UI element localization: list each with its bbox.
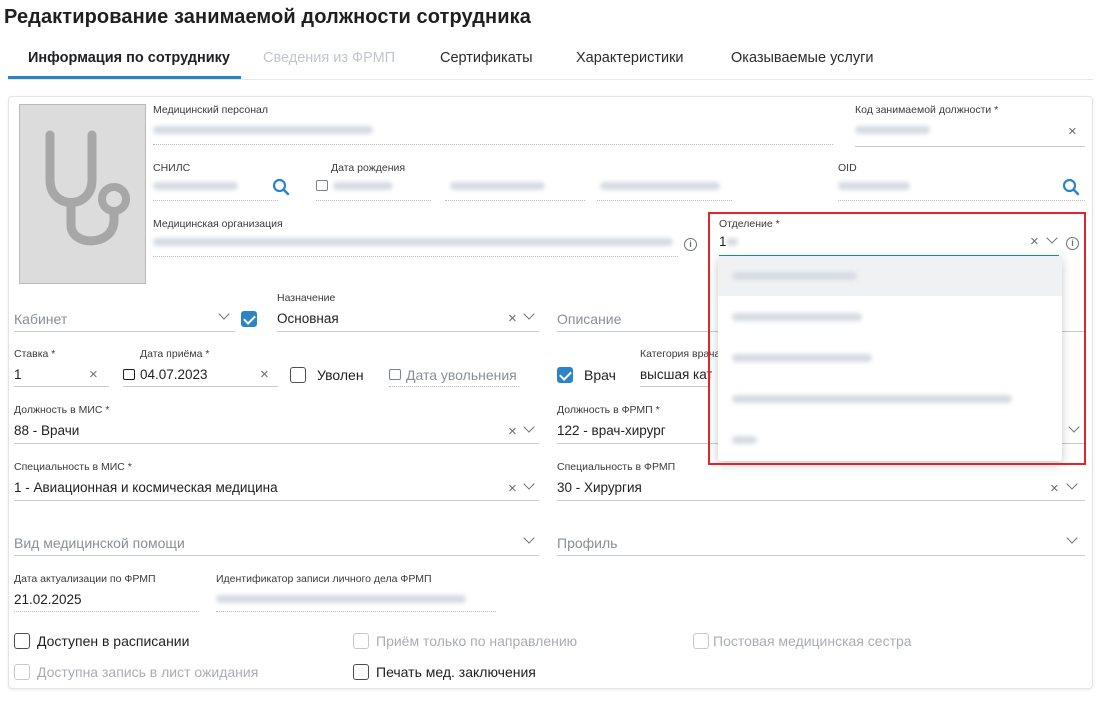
frmp-record-id-underline bbox=[216, 611, 496, 612]
dismissed-label: Уволен bbox=[317, 367, 364, 383]
tab-services[interactable]: Оказываемые услуги bbox=[731, 50, 874, 66]
extra-field-1-underline bbox=[445, 200, 585, 201]
schedule-available-label: Доступен в расписании bbox=[37, 633, 190, 649]
extra-field-1-redacted bbox=[450, 182, 545, 190]
hire-date-clear-icon[interactable]: × bbox=[260, 367, 269, 382]
extra-field-2-underline bbox=[597, 200, 732, 201]
snils-label: СНИЛС bbox=[153, 162, 191, 174]
snils-value-redacted bbox=[153, 182, 238, 190]
ward-nurse-label: Постовая медицинская сестра bbox=[713, 633, 912, 649]
frmp-specialty-underline bbox=[557, 500, 1085, 501]
dismissal-date-underline bbox=[389, 386, 519, 387]
referral-only-label: Приём только по направлению bbox=[376, 633, 578, 649]
oid-label: OID bbox=[838, 162, 857, 174]
med-staff-underline bbox=[153, 144, 833, 145]
mis-specialty-select[interactable]: 1 - Авиационная и космическая медицина bbox=[14, 480, 278, 495]
frmp-update-date-label: Дата актуализации по ФРМП bbox=[14, 573, 156, 585]
hire-date-underline bbox=[123, 386, 278, 387]
referral-only-checkbox bbox=[353, 633, 369, 649]
tab-frmp-info: Сведения из ФРМП bbox=[263, 50, 396, 66]
birth-date-underline bbox=[316, 200, 431, 201]
purpose-select[interactable]: Основная bbox=[277, 311, 339, 326]
oid-underline bbox=[838, 200, 1085, 201]
waitlist-available-checkbox bbox=[14, 664, 30, 680]
mis-specialty-clear-icon[interactable]: × bbox=[508, 481, 517, 496]
waitlist-available-label: Доступна запись в лист ожидания bbox=[37, 664, 259, 680]
hire-date-calendar-icon[interactable] bbox=[123, 369, 135, 380]
mis-position-clear-icon[interactable]: × bbox=[508, 424, 517, 439]
med-staff-value-redacted bbox=[153, 126, 373, 134]
birth-date-value-redacted bbox=[333, 182, 393, 190]
snils-underline bbox=[153, 200, 278, 201]
frmp-record-id-label: Идентификатор записи личного дела ФРМП bbox=[216, 573, 432, 585]
purpose-underline bbox=[277, 331, 539, 332]
frmp-update-date-value: 21.02.2025 bbox=[14, 592, 82, 607]
dismissed-checkbox[interactable] bbox=[290, 367, 306, 383]
print-conclusions-checkbox[interactable] bbox=[353, 664, 369, 680]
dismissal-date-calendar-icon bbox=[389, 369, 401, 380]
mis-specialty-label: Специальность в МИС * bbox=[14, 461, 132, 473]
position-code-clear-icon[interactable]: × bbox=[1068, 124, 1077, 139]
page-title: Редактирование занимаемой должности сотр… bbox=[4, 6, 531, 28]
tab-certificates[interactable]: Сертификаты bbox=[440, 50, 533, 66]
birth-date-calendar-icon[interactable] bbox=[316, 180, 328, 191]
frmp-position-label: Должность в ФРМП * bbox=[557, 404, 660, 416]
tab-characteristics[interactable]: Характеристики bbox=[576, 50, 684, 66]
cabinet-checkbox[interactable] bbox=[241, 311, 257, 327]
employee-photo bbox=[19, 104, 146, 284]
frmp-record-id-value-redacted bbox=[216, 595, 466, 603]
frmp-specialty-label: Специальность в ФРМП bbox=[557, 461, 676, 473]
frmp-specialty-select[interactable]: 30 - Хирургия bbox=[557, 480, 642, 495]
profile-select[interactable]: Профиль bbox=[557, 535, 617, 551]
purpose-label: Назначение bbox=[277, 292, 336, 304]
position-code-underline bbox=[855, 146, 1085, 147]
oid-value-redacted bbox=[838, 182, 910, 190]
frmp-position-select[interactable]: 122 - врач-хирург bbox=[557, 423, 666, 438]
doctor-category-select[interactable]: высшая катег bbox=[640, 367, 712, 382]
frmp-specialty-clear-icon[interactable]: × bbox=[1050, 481, 1059, 496]
schedule-available-checkbox[interactable] bbox=[14, 633, 30, 649]
doctor-label: Врач bbox=[584, 367, 616, 383]
doctor-checkbox[interactable] bbox=[557, 367, 573, 383]
active-tab-indicator bbox=[8, 76, 241, 79]
cabinet-underline bbox=[14, 331, 235, 332]
doctor-category-underline bbox=[640, 386, 710, 387]
med-org-underline bbox=[153, 256, 678, 257]
purpose-clear-icon[interactable]: × bbox=[508, 311, 517, 326]
stethoscope-icon bbox=[45, 130, 130, 246]
rate-underline bbox=[14, 386, 109, 387]
med-org-label: Медицинская организация bbox=[153, 218, 283, 230]
rate-label: Ставка * bbox=[14, 348, 56, 360]
description-input[interactable]: Описание bbox=[557, 311, 621, 327]
mis-specialty-underline bbox=[14, 500, 539, 501]
print-conclusions-label: Печать мед. заключения bbox=[376, 664, 536, 680]
position-code-label: Код занимаемой должности * bbox=[855, 104, 999, 116]
rate-clear-icon[interactable]: × bbox=[89, 367, 98, 382]
med-org-info-icon[interactable]: i bbox=[684, 238, 697, 251]
mis-position-label: Должность в МИС * bbox=[14, 404, 110, 416]
birth-date-label: Дата рождения bbox=[331, 162, 406, 174]
hire-date-label: Дата приёма * bbox=[140, 348, 210, 360]
tab-employee-info[interactable]: Информация по сотруднику bbox=[28, 50, 230, 66]
mis-position-underline bbox=[14, 443, 539, 444]
hire-date-input[interactable]: 04.07.2023 bbox=[140, 367, 208, 382]
tab-bar: Информация по сотруднику Сведения из ФРМ… bbox=[8, 46, 1093, 80]
mis-position-select[interactable]: 88 - Врачи bbox=[14, 423, 79, 438]
oid-search-icon[interactable] bbox=[1062, 178, 1080, 196]
med-org-value-redacted bbox=[153, 238, 673, 246]
care-type-underline bbox=[14, 555, 539, 556]
highlight-frame bbox=[708, 212, 1086, 465]
frmp-update-date-underline bbox=[14, 611, 199, 612]
snils-search-icon[interactable] bbox=[272, 178, 290, 196]
cabinet-select[interactable]: Кабинет bbox=[14, 311, 67, 327]
profile-underline bbox=[557, 555, 1085, 556]
extra-field-2-redacted bbox=[600, 182, 720, 190]
care-type-select[interactable]: Вид медицинской помощи bbox=[14, 535, 185, 551]
ward-nurse-checkbox bbox=[693, 633, 709, 649]
med-staff-label: Медицинский персонал bbox=[153, 104, 268, 116]
dismissal-date-input: Дата увольнения bbox=[406, 367, 517, 383]
rate-input[interactable]: 1 bbox=[14, 367, 22, 382]
position-code-value-redacted bbox=[855, 126, 930, 134]
